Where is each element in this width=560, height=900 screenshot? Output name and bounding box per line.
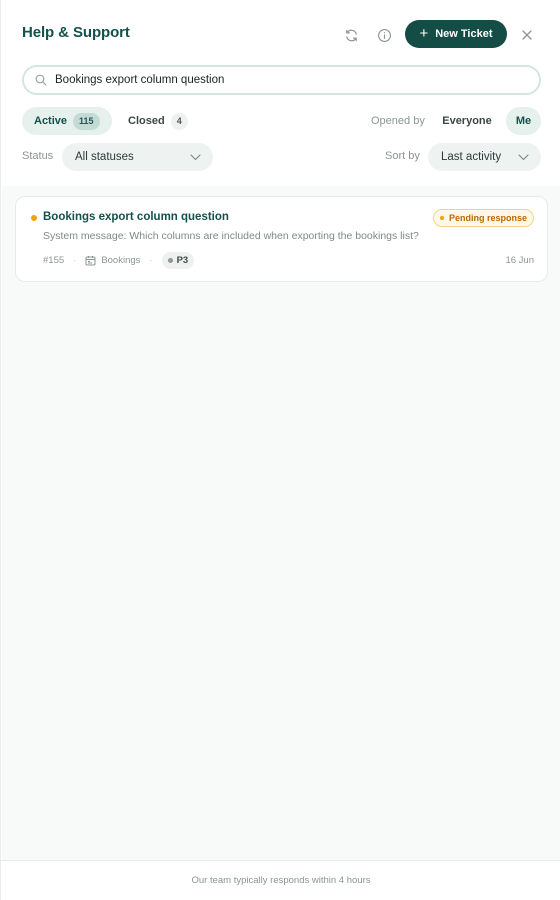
- ticket-date: 16 Jun: [505, 255, 534, 266]
- ticket-category: Bookings: [85, 255, 140, 266]
- ticket-preview: System message: Which columns are includ…: [43, 230, 419, 242]
- tab-active-count: 115: [73, 112, 100, 130]
- ticket-list: Bookings export column question Pending …: [2, 186, 560, 860]
- priority-dot: [167, 257, 173, 263]
- calendar-icon: [85, 255, 96, 265]
- ticket-meta: #155 · Bookings · P3: [43, 251, 195, 269]
- chevron-down-icon: [518, 153, 529, 160]
- close-icon: [522, 30, 532, 40]
- priority-badge: P3: [161, 251, 195, 269]
- plus-icon: +: [419, 25, 429, 42]
- footer-text: Our team typically responds within 4 hou…: [191, 875, 371, 886]
- tab-closed[interactable]: Closed 4: [116, 107, 196, 135]
- info-icon: [377, 28, 391, 42]
- refresh-icon: [345, 29, 357, 41]
- chevron-down-icon: [190, 153, 201, 160]
- page-title: Help & Support: [22, 24, 130, 41]
- ticket-category-label: Bookings: [101, 254, 141, 266]
- sort-label: Sort by: [385, 150, 420, 162]
- ticket-card[interactable]: Bookings export column question Pending …: [15, 196, 548, 282]
- search-icon: [35, 74, 47, 86]
- status-dot: [439, 216, 444, 220]
- meta-separator: ·: [73, 254, 77, 266]
- tab-active[interactable]: Active 115: [22, 107, 112, 135]
- tab-closed-count: 4: [170, 112, 188, 130]
- status-select-value: All statuses: [75, 151, 134, 163]
- info-button[interactable]: [373, 24, 395, 46]
- status-select[interactable]: All statuses: [62, 143, 213, 171]
- opened-by-everyone[interactable]: Everyone: [435, 107, 499, 135]
- status-filter-label: Status: [22, 150, 54, 162]
- opened-by-me[interactable]: Me: [506, 107, 541, 135]
- close-button[interactable]: [516, 24, 538, 46]
- sort-select-value: Last activity: [441, 151, 502, 163]
- refresh-button[interactable]: [340, 24, 362, 46]
- search-input[interactable]: [55, 74, 515, 86]
- search-bar[interactable]: [22, 65, 541, 95]
- ticket-id: #155: [43, 254, 65, 266]
- priority-label: P3: [176, 254, 189, 266]
- sort-select[interactable]: Last activity: [428, 143, 541, 171]
- panel-header: Help & Support + New Ticket Bookings exp…: [1, 0, 560, 186]
- new-ticket-button[interactable]: + New Ticket: [405, 20, 507, 48]
- support-panel: Help & Support + New Ticket Bookings exp…: [0, 0, 560, 900]
- tab-closed-label: Closed: [128, 115, 165, 127]
- opened-by-label: Opened by: [371, 115, 425, 127]
- new-ticket-label: New Ticket: [435, 28, 493, 40]
- unread-dot: [31, 215, 37, 221]
- ticket-title: Bookings export column question: [43, 211, 229, 223]
- status-badge-label: Pending response: [448, 213, 527, 223]
- status-badge: Pending response: [432, 209, 534, 227]
- meta-separator: ·: [149, 254, 153, 266]
- footer: Our team typically responds within 4 hou…: [1, 860, 560, 900]
- tab-active-label: Active: [34, 115, 68, 127]
